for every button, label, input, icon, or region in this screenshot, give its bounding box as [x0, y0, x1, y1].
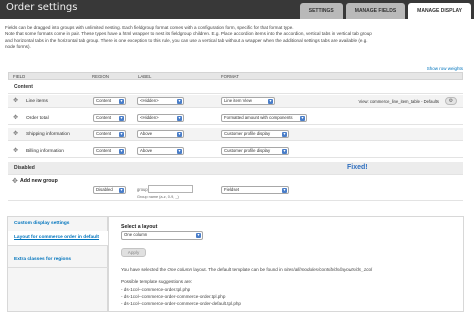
add-new-group-title: Add new group: [20, 178, 58, 184]
show-row-weights-link[interactable]: Show row weights: [427, 66, 463, 71]
layout-info-prefix: You have selected the: [121, 267, 167, 272]
layout-panel: Select a layout One column ▼ Apply You ha…: [108, 216, 464, 312]
label-select-value: Above: [140, 131, 153, 136]
suggestion-item: - ds-1col--commerce-order.tpl.php: [121, 287, 191, 292]
region-select-value: Disabled: [96, 187, 113, 192]
vtab-custom-display-settings[interactable]: Custom display settings: [8, 217, 108, 232]
help-line: node forms).: [5, 43, 31, 49]
new-group-region-select[interactable]: Disabled ▼: [93, 186, 126, 194]
chevron-down-icon: ▼: [119, 132, 124, 137]
top-bar: Order settings SETTINGS MANAGE FIELDS MA…: [0, 0, 474, 19]
group-name-input[interactable]: [148, 185, 193, 193]
region-select[interactable]: Content ▼: [93, 114, 126, 122]
header-label: LABEL: [138, 74, 152, 79]
layout-select[interactable]: One column ▼: [121, 231, 203, 240]
chevron-down-icon: ▼: [177, 132, 182, 137]
format-select[interactable]: Customer profile display ▼: [221, 147, 289, 155]
format-select[interactable]: Formatted amount with components ▼: [221, 114, 307, 122]
header-format: FORMAT: [221, 74, 239, 79]
chevron-down-icon: ▼: [119, 116, 124, 121]
drag-handle-icon[interactable]: ✥: [13, 98, 18, 104]
suggestions-title: Possible template suggestions are:: [121, 279, 193, 284]
help-text: Fields can be dragged into groups with u…: [5, 25, 465, 50]
layout-info-path: sites/all/modules/contrib/ds/layouts/ds_…: [283, 267, 373, 272]
region-select-value: Content: [96, 98, 112, 103]
format-select-value: Customer profile display: [224, 131, 271, 136]
chevron-down-icon: ▼: [282, 188, 287, 193]
chevron-down-icon: ▼: [177, 99, 182, 104]
gear-icon[interactable]: ⚙: [445, 97, 457, 105]
region-content: Content: [8, 81, 463, 94]
format-select-value: Formatted amount with components: [224, 115, 293, 120]
label-select-value: <Hidden>: [140, 115, 159, 120]
primary-tabs: SETTINGS MANAGE FIELDS MANAGE DISPLAY: [299, 3, 471, 19]
format-select-value: Customer profile display: [224, 148, 271, 153]
new-group-format-select[interactable]: Fieldset ▼: [221, 186, 289, 194]
suggestion-item: - ds-1col--commerce-order-commerce-order…: [121, 294, 226, 299]
chevron-down-icon: ▼: [300, 116, 305, 121]
chevron-down-icon: ▼: [282, 149, 287, 154]
drag-handle-icon[interactable]: ✥: [12, 177, 18, 185]
suggestion-item: - ds-1col--commerce-order-commerce-order…: [121, 301, 241, 306]
label-select[interactable]: Above ▼: [137, 130, 184, 138]
header-region: REGION: [92, 74, 109, 79]
table-row: ✥ Shipping information Content ▼ Above ▼ C…: [8, 128, 463, 141]
chevron-down-icon: ▼: [282, 132, 287, 137]
chevron-down-icon: ▼: [119, 99, 124, 104]
region-title: Disabled: [14, 165, 35, 171]
format-select-value: Fieldset: [224, 187, 240, 192]
format-select-value: Line item View: [224, 98, 252, 103]
layout-select-value: One column: [124, 232, 148, 237]
region-select[interactable]: Content ▼: [93, 130, 126, 138]
table-row: ✥ Order total Content ▼ <Hidden> ▼ Formatt…: [8, 112, 463, 125]
drag-handle-icon[interactable]: ✥: [13, 115, 18, 121]
format-summary: View: commerce_line_item_table - Default…: [358, 99, 439, 104]
vtab-layout[interactable]: Layout for commerce order in default: [8, 231, 108, 246]
drag-handle-icon[interactable]: ✥: [13, 131, 18, 137]
chevron-down-icon: ▼: [177, 149, 182, 154]
label-select-value: Above: [140, 148, 153, 153]
tab-manage-fields[interactable]: MANAGE FIELDS: [345, 3, 406, 19]
region-select-value: Content: [96, 115, 112, 120]
chevron-down-icon: ▼: [177, 116, 182, 121]
fixed-annotation: Fixed!: [347, 164, 368, 171]
format-select[interactable]: Line item View ▼: [221, 97, 275, 105]
table-header: FIELD REGION LABEL FORMAT: [8, 72, 463, 80]
vertical-tabs: Custom display settings Layout for comme…: [7, 216, 108, 312]
label-select[interactable]: <Hidden> ▼: [137, 97, 184, 105]
label-select[interactable]: <Hidden> ▼: [137, 114, 184, 122]
region-select-value: Content: [96, 148, 112, 153]
apply-button[interactable]: Apply: [121, 248, 146, 257]
format-select[interactable]: Customer profile display ▼: [221, 130, 289, 138]
region-select-value: Content: [96, 131, 112, 136]
field-name: Line items: [26, 99, 48, 104]
vtab-extra-classes[interactable]: Extra classes for regions: [8, 253, 108, 268]
field-name: Shipping information: [26, 132, 70, 137]
label-select-value: <Hidden>: [140, 98, 159, 103]
chevron-down-icon: ▼: [196, 233, 201, 238]
chevron-down-icon: ▼: [119, 149, 124, 154]
label-select[interactable]: Above ▼: [137, 147, 184, 155]
layout-info: You have selected the One column layout.…: [121, 267, 372, 272]
region-title: Content: [14, 84, 33, 90]
page-title: Order settings: [6, 2, 78, 13]
layout-select-label: Select a layout: [121, 224, 158, 230]
region-disabled: Disabled: [8, 162, 463, 175]
table-row: ✥ Line items Content ▼ <Hidden> ▼ Line ite…: [8, 95, 463, 108]
group-name-hint: Group name (a-z, 0-9, _): [137, 195, 179, 199]
field-name: Order total: [26, 116, 49, 121]
field-name: Billing information: [26, 149, 64, 154]
drag-handle-icon[interactable]: ✥: [13, 148, 18, 154]
tab-settings[interactable]: SETTINGS: [299, 3, 343, 19]
layout-info-name: One column: [167, 267, 193, 272]
region-select[interactable]: Content ▼: [93, 97, 126, 105]
header-field: FIELD: [13, 74, 26, 79]
tab-manage-display[interactable]: MANAGE DISPLAY: [408, 3, 471, 19]
layout-info-middle: layout. The default template can be foun…: [193, 267, 283, 272]
chevron-down-icon: ▼: [268, 99, 273, 104]
chevron-down-icon: ▼: [119, 188, 124, 193]
region-select[interactable]: Content ▼: [93, 147, 126, 155]
table-row: ✥ Billing information Content ▼ Above ▼ Cu…: [8, 145, 463, 158]
